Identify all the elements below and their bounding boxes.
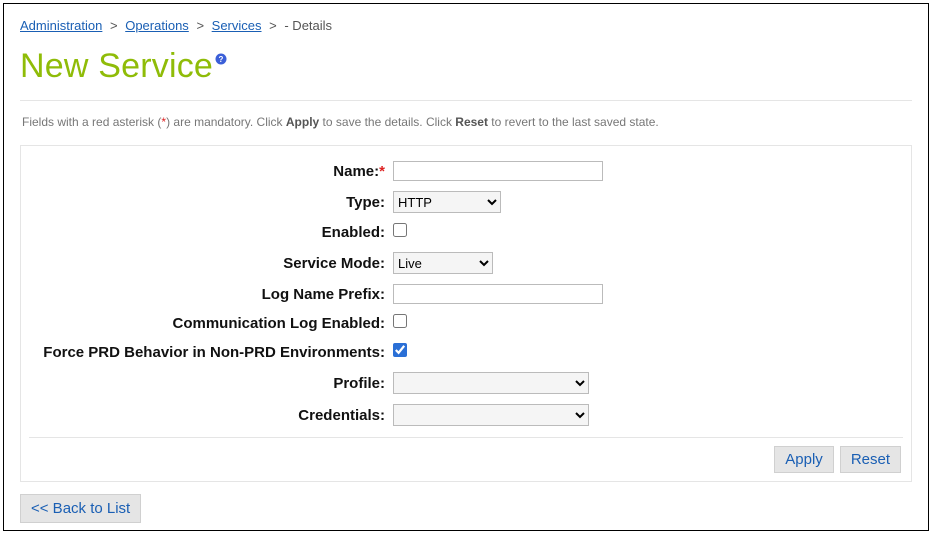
log-prefix-field[interactable] bbox=[393, 284, 603, 304]
comm-log-label: Communication Log Enabled: bbox=[173, 315, 386, 332]
breadcrumb-sep: > bbox=[196, 18, 204, 33]
breadcrumb-operations[interactable]: Operations bbox=[125, 18, 189, 33]
profile-label: Profile: bbox=[333, 375, 385, 392]
breadcrumb-administration[interactable]: Administration bbox=[20, 18, 102, 33]
breadcrumb: Administration > Operations > Services >… bbox=[20, 16, 912, 39]
hint-text: Fields with a red asterisk (*) are manda… bbox=[20, 109, 912, 145]
breadcrumb-sep: > bbox=[269, 18, 277, 33]
breadcrumb-services[interactable]: Services bbox=[212, 18, 262, 33]
service-mode-select[interactable]: Live bbox=[393, 252, 493, 274]
profile-select[interactable] bbox=[393, 372, 589, 394]
type-label: Type: bbox=[346, 194, 385, 211]
required-asterisk: * bbox=[379, 163, 385, 180]
breadcrumb-current: - Details bbox=[284, 18, 332, 33]
force-prd-checkbox[interactable] bbox=[393, 343, 407, 357]
divider bbox=[20, 100, 912, 101]
type-select[interactable]: HTTP bbox=[393, 191, 501, 213]
service-mode-label: Service Mode: bbox=[283, 255, 385, 272]
log-prefix-label: Log Name Prefix: bbox=[262, 286, 385, 303]
apply-button[interactable]: Apply bbox=[774, 446, 834, 473]
breadcrumb-sep: > bbox=[110, 18, 118, 33]
page-title: New Service bbox=[20, 47, 213, 86]
svg-text:?: ? bbox=[219, 55, 224, 64]
form-panel: Name:* Type: HTTP Enabled: Service Mode: bbox=[20, 145, 912, 482]
force-prd-label: Force PRD Behavior in Non-PRD Environmen… bbox=[43, 344, 385, 361]
enabled-checkbox[interactable] bbox=[393, 223, 407, 237]
help-icon[interactable]: ? bbox=[215, 53, 227, 65]
reset-button[interactable]: Reset bbox=[840, 446, 901, 473]
enabled-label: Enabled: bbox=[322, 224, 385, 241]
name-field[interactable] bbox=[393, 161, 603, 181]
back-to-list-button[interactable]: << Back to List bbox=[20, 494, 141, 523]
credentials-select[interactable] bbox=[393, 404, 589, 426]
credentials-label: Credentials: bbox=[298, 407, 385, 424]
name-label: Name: bbox=[333, 163, 379, 180]
comm-log-checkbox[interactable] bbox=[393, 314, 407, 328]
